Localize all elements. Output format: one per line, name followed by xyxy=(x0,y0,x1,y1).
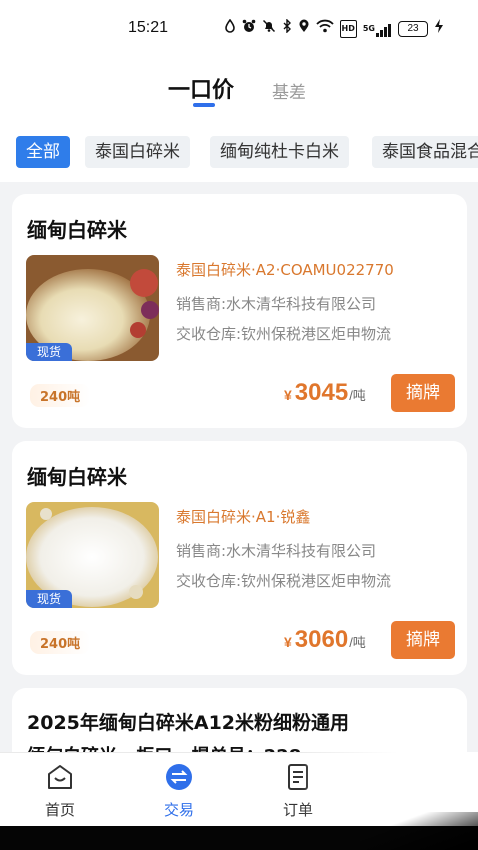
network-label: 5G xyxy=(362,23,375,33)
nav-home-label: 首页 xyxy=(44,801,75,819)
product-spec: 泰国白碎米·A1·锐鑫 xyxy=(176,508,311,526)
seller-info: 销售商:水木清华科技有限公司 xyxy=(176,542,377,560)
status-bar: 15:21 HD 5G 23 xyxy=(0,0,478,58)
price: ¥3045/吨 xyxy=(284,379,366,407)
product-image: 现货 xyxy=(26,255,159,361)
quantity-tag: 240吨 xyxy=(30,384,91,407)
nav-home[interactable]: 首页 xyxy=(30,763,90,820)
bell-off-icon xyxy=(262,19,276,38)
price: ¥3060/吨 xyxy=(284,626,366,654)
listing-title: 缅甸白碎米 xyxy=(27,218,127,242)
price-value: 3045 xyxy=(294,379,349,406)
wifi-icon xyxy=(315,19,334,38)
home-icon xyxy=(45,765,75,795)
price-value: 3060 xyxy=(294,626,349,653)
currency-symbol: ¥ xyxy=(284,634,292,650)
status-time: 15:21 xyxy=(128,19,169,36)
seller-info: 销售商:水木清华科技有限公司 xyxy=(176,295,377,313)
water-drop-icon xyxy=(224,18,236,38)
tab-basis[interactable]: 基差 xyxy=(272,78,306,103)
signal-5g-icon: 5G xyxy=(363,21,392,37)
warehouse-info: 交收仓库:钦州保税港区炬申物流 xyxy=(176,325,392,343)
nav-trade[interactable]: 交易 xyxy=(149,763,209,820)
tab-fixed-price[interactable]: 一口价 xyxy=(168,72,234,104)
price-unit: /吨 xyxy=(349,635,366,650)
exchange-icon xyxy=(164,764,194,795)
bluetooth-icon xyxy=(282,18,292,38)
listing-title: 缅甸白碎米 xyxy=(27,465,127,489)
quantity-tag: 240吨 xyxy=(30,631,91,654)
alarm-icon xyxy=(242,19,256,38)
gesture-shadow xyxy=(360,812,478,850)
filter-chip-thai-mixed[interactable]: 泰国食品混合 xyxy=(372,136,478,168)
currency-symbol: ¥ xyxy=(284,387,292,403)
delist-button[interactable]: 摘牌 xyxy=(391,621,455,659)
trade-type-tabs: 一口价 基差 xyxy=(0,58,478,128)
status-icons: HD 5G 23 xyxy=(224,18,444,38)
listing-card[interactable]: 缅甸白碎米 现货 泰国白碎米·A2·COAMU022770 销售商:水木清华科技… xyxy=(12,194,467,428)
product-image: 现货 xyxy=(26,502,159,608)
listing-card[interactable]: 缅甸白碎米 现货 泰国白碎米·A1·锐鑫 销售商:水木清华科技有限公司 交收仓库… xyxy=(12,441,467,675)
listing-title: 2025年缅甸白碎米A12米粉细粉通用 xyxy=(27,712,350,734)
filter-chip-thai-broken-rice[interactable]: 泰国白碎米 xyxy=(85,136,190,168)
filter-chip-myanmar-duka-rice[interactable]: 缅甸纯杜卡白米 xyxy=(210,136,349,168)
location-icon xyxy=(298,19,310,38)
price-unit: /吨 xyxy=(349,388,366,403)
active-tab-indicator xyxy=(193,103,215,107)
filter-chip-all[interactable]: 全部 xyxy=(16,136,70,168)
charging-bolt-icon xyxy=(434,19,444,38)
spot-goods-badge: 现货 xyxy=(26,343,72,361)
delist-button[interactable]: 摘牌 xyxy=(391,374,455,412)
warehouse-info: 交收仓库:钦州保税港区炬申物流 xyxy=(176,572,392,590)
spot-goods-badge: 现货 xyxy=(26,590,72,608)
battery-indicator: 23 xyxy=(398,20,428,37)
nav-trade-label: 交易 xyxy=(163,801,194,819)
hd-icon: HD xyxy=(339,19,357,38)
category-filter-bar: 全部 泰国白碎米 缅甸纯杜卡白米 泰国食品混合 xyxy=(0,128,478,182)
product-spec: 泰国白碎米·A2·COAMU022770 xyxy=(176,261,394,279)
